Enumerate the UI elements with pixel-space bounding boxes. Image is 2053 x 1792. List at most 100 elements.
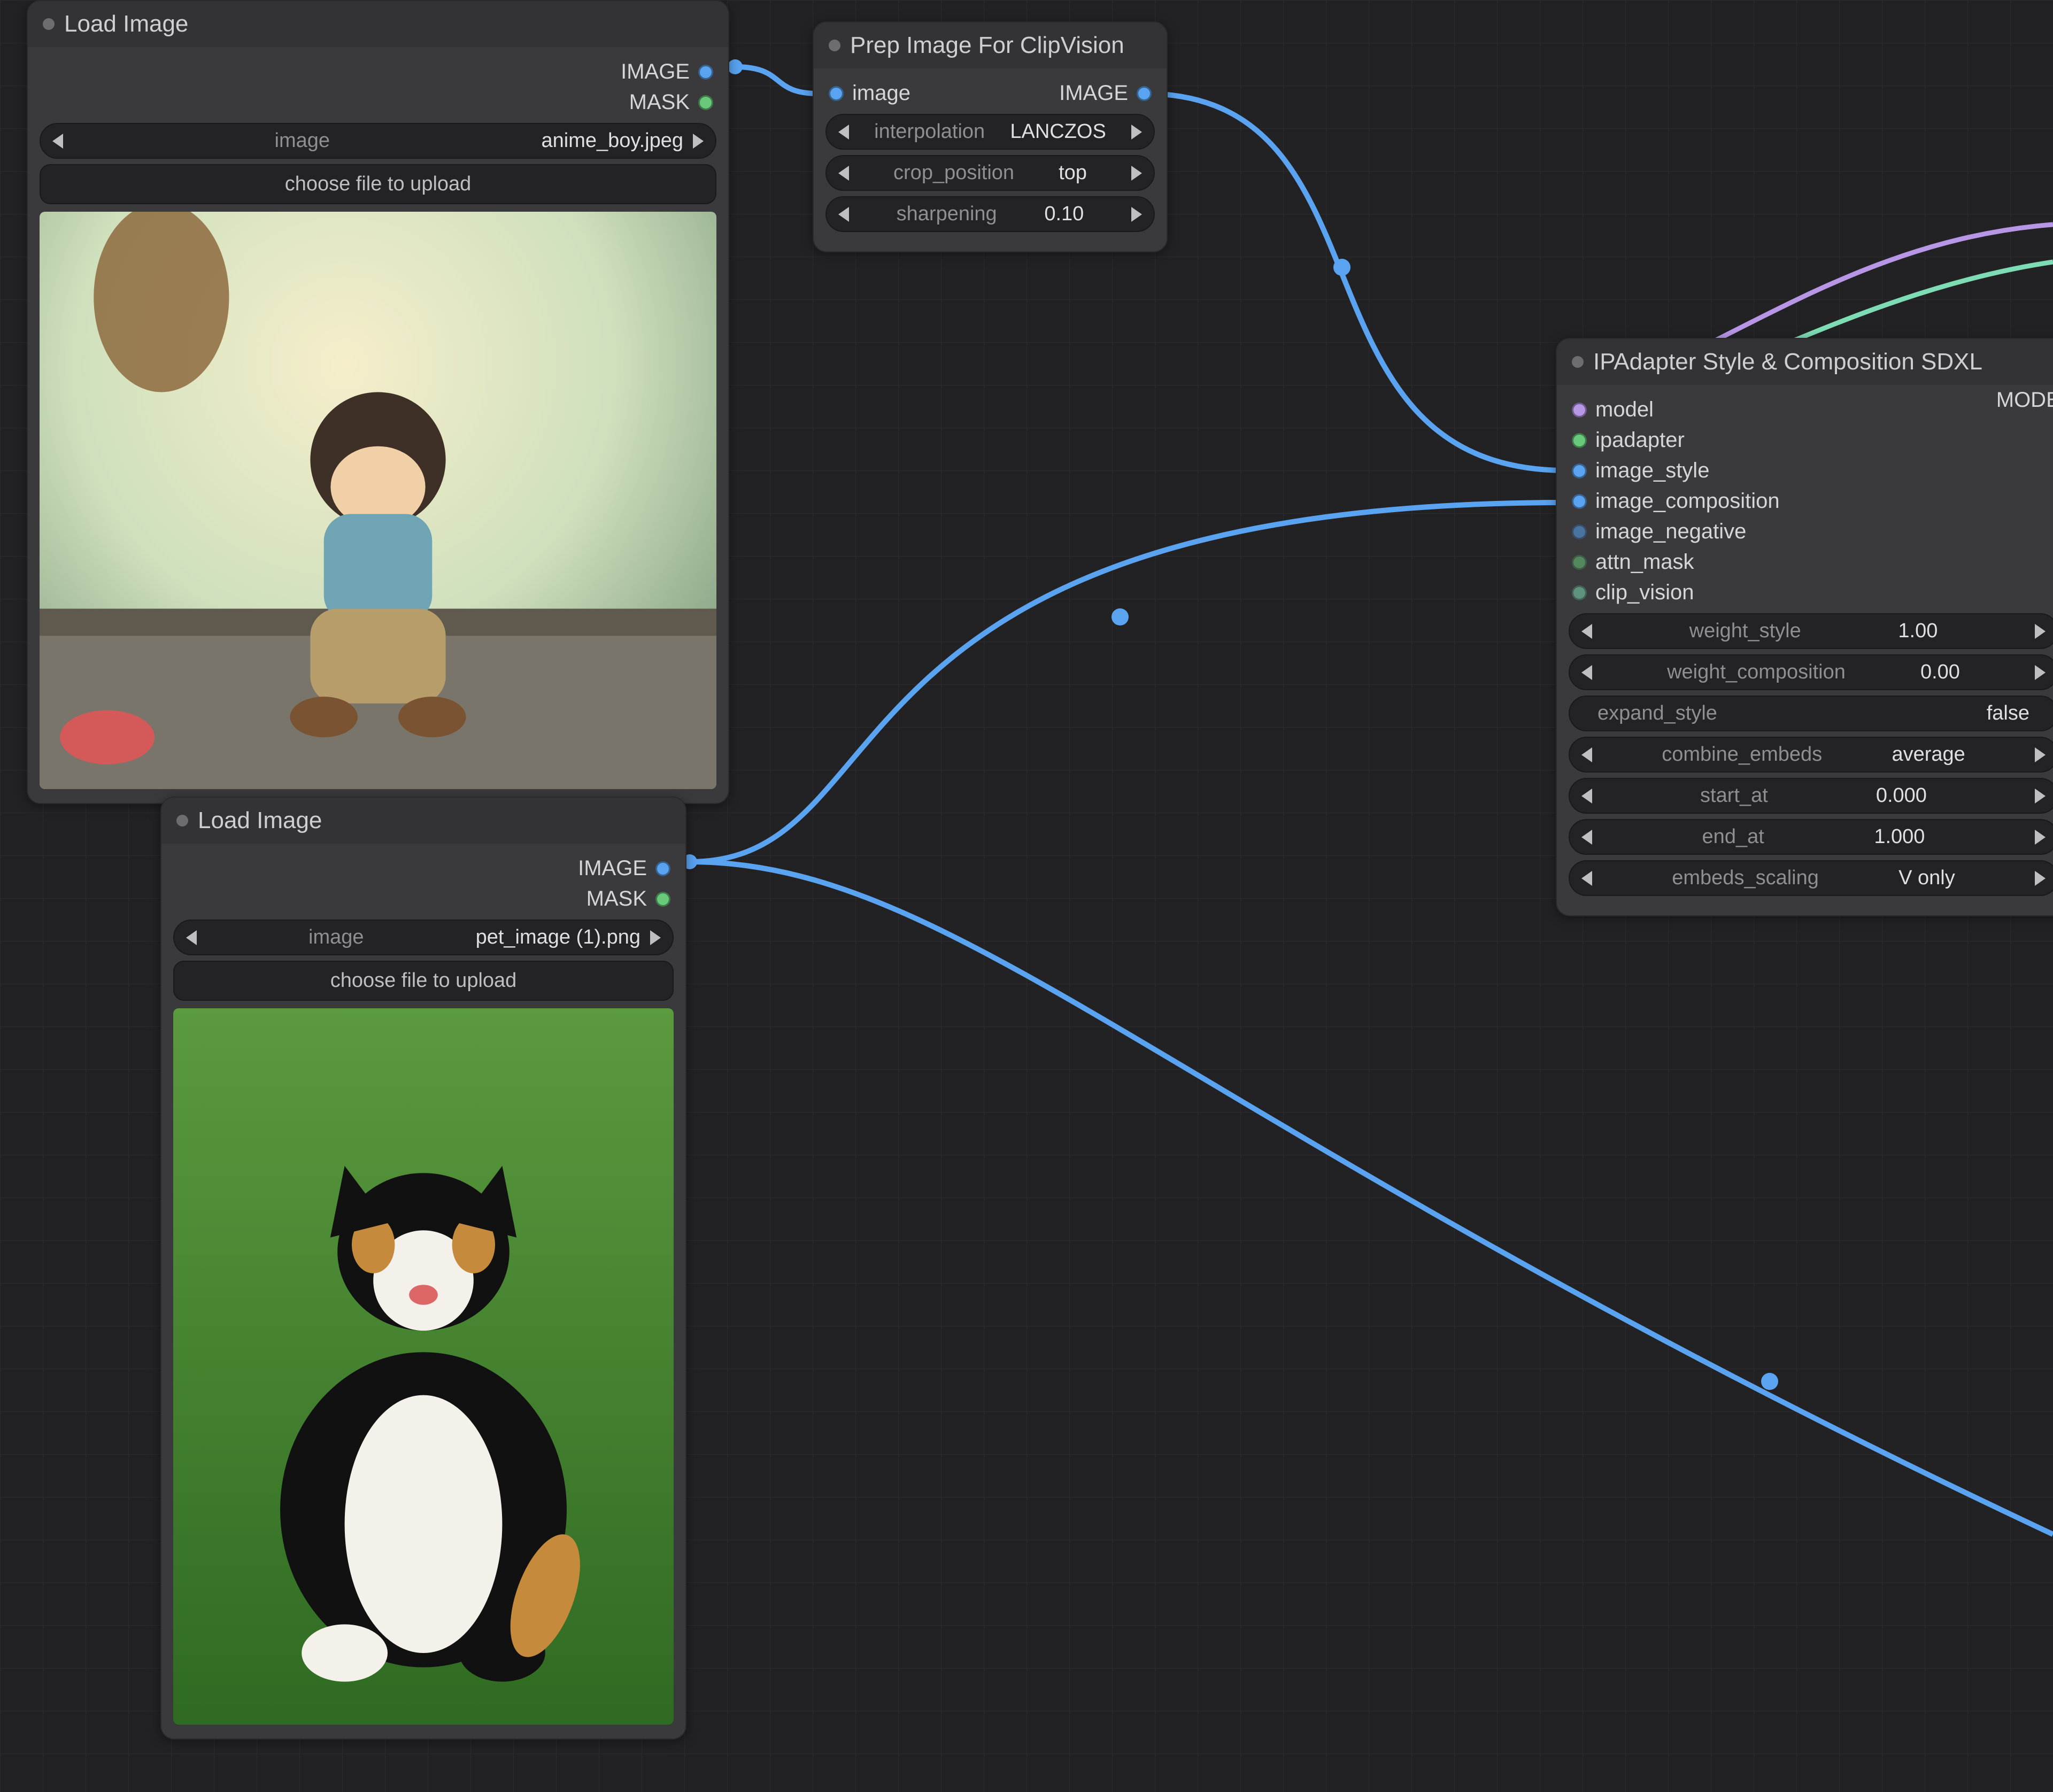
output-label: IMAGE bbox=[578, 856, 647, 880]
output-label: IMAGE bbox=[1059, 81, 1128, 105]
input-port-model[interactable] bbox=[1572, 403, 1587, 418]
chevron-right-icon[interactable] bbox=[2035, 747, 2046, 762]
param-value: top bbox=[1059, 161, 1087, 184]
embeds-scaling-widget[interactable]: embeds_scaling V only bbox=[1569, 860, 2053, 896]
chevron-right-icon[interactable] bbox=[2035, 830, 2046, 845]
input-port-image-negative[interactable] bbox=[1572, 524, 1587, 539]
param-value: pet_image (1).png bbox=[476, 926, 640, 949]
param-label: end_at bbox=[1702, 825, 1764, 848]
expand-style-widget[interactable]: expand_style false bbox=[1569, 696, 2053, 731]
param-value: anime_boy.jpeg bbox=[542, 129, 683, 152]
chevron-left-icon[interactable] bbox=[838, 125, 849, 140]
node-prep-clipvision[interactable]: Prep Image For ClipVision image IMAGE in… bbox=[813, 21, 1168, 252]
upload-button[interactable]: choose file to upload bbox=[40, 164, 716, 204]
chevron-left-icon[interactable] bbox=[1581, 624, 1592, 639]
param-value: 1.000 bbox=[1874, 825, 1925, 848]
output-port-image[interactable] bbox=[1137, 86, 1152, 101]
input-port-image-style[interactable] bbox=[1572, 464, 1587, 478]
input-port-ipadapter[interactable] bbox=[1572, 433, 1587, 448]
param-label: image bbox=[308, 926, 364, 949]
node-titlebar[interactable]: Prep Image For ClipVision bbox=[814, 22, 1167, 68]
chevron-left-icon[interactable] bbox=[1581, 789, 1592, 804]
input-port-attn-mask[interactable] bbox=[1572, 555, 1587, 570]
input-label: image_negative bbox=[1595, 520, 1746, 544]
chevron-right-icon[interactable] bbox=[1131, 125, 1142, 140]
weight-composition-widget[interactable]: weight_composition 0.00 bbox=[1569, 654, 2053, 690]
combine-embeds-widget[interactable]: combine_embeds average bbox=[1569, 737, 2053, 773]
param-label: weight_style bbox=[1689, 620, 1801, 643]
chevron-left-icon[interactable] bbox=[52, 134, 63, 149]
chevron-left-icon[interactable] bbox=[1581, 871, 1592, 886]
param-label: start_at bbox=[1700, 784, 1768, 807]
node-title: Load Image bbox=[198, 807, 322, 834]
output-port-mask[interactable] bbox=[655, 892, 670, 907]
output-label: IMAGE bbox=[621, 60, 690, 84]
param-label: embeds_scaling bbox=[1672, 867, 1819, 890]
chevron-left-icon[interactable] bbox=[838, 207, 849, 222]
chevron-left-icon[interactable] bbox=[1581, 830, 1592, 845]
param-label: combine_embeds bbox=[1662, 743, 1822, 766]
node-load-image-2[interactable]: Load Image IMAGE MASK image pet_image (1… bbox=[160, 797, 686, 1740]
node-title: Load Image bbox=[64, 11, 188, 37]
chevron-left-icon[interactable] bbox=[838, 166, 849, 181]
input-label: image_composition bbox=[1595, 489, 1780, 513]
param-value: average bbox=[1892, 743, 1965, 766]
node-title: Prep Image For ClipVision bbox=[850, 32, 1124, 59]
param-value: 0.10 bbox=[1044, 203, 1084, 226]
output-label: MASK bbox=[586, 887, 647, 911]
input-label: image_style bbox=[1595, 459, 1709, 483]
sharpening-widget[interactable]: sharpening 0.10 bbox=[825, 196, 1155, 232]
node-graph-canvas[interactable]: Load Image IMAGE MASK image anime_boy.jp… bbox=[0, 0, 2053, 1792]
input-label: model bbox=[1595, 398, 1654, 422]
input-label: attn_mask bbox=[1595, 550, 1694, 574]
node-load-image-1[interactable]: Load Image IMAGE MASK image anime_boy.jp… bbox=[27, 0, 729, 804]
param-label: image bbox=[275, 129, 330, 152]
end-at-widget[interactable]: end_at 1.000 bbox=[1569, 819, 2053, 855]
param-label: crop_position bbox=[893, 161, 1014, 184]
chevron-right-icon[interactable] bbox=[650, 930, 661, 945]
chevron-right-icon[interactable] bbox=[2035, 624, 2046, 639]
chevron-right-icon[interactable] bbox=[693, 134, 704, 149]
node-title: IPAdapter Style & Composition SDXL bbox=[1593, 349, 1982, 375]
image-selector[interactable]: image pet_image (1).png bbox=[173, 920, 674, 955]
input-label: ipadapter bbox=[1595, 428, 1685, 452]
interpolation-widget[interactable]: interpolation LANCZOS bbox=[825, 114, 1155, 150]
collapse-dot-icon[interactable] bbox=[176, 815, 188, 827]
upload-button[interactable]: choose file to upload bbox=[173, 961, 674, 1001]
param-label: interpolation bbox=[874, 120, 985, 143]
node-titlebar[interactable]: IPAdapter Style & Composition SDXL bbox=[1557, 339, 2053, 385]
output-label: MASK bbox=[629, 90, 690, 114]
input-label: image bbox=[852, 81, 910, 105]
chevron-left-icon[interactable] bbox=[186, 930, 197, 945]
image-preview bbox=[40, 212, 716, 789]
chevron-right-icon[interactable] bbox=[1131, 207, 1142, 222]
node-titlebar[interactable]: Load Image bbox=[161, 798, 685, 844]
param-label: weight_composition bbox=[1667, 661, 1846, 684]
output-port-mask[interactable] bbox=[698, 95, 713, 110]
param-value: false bbox=[1987, 702, 2029, 725]
input-port-image[interactable] bbox=[829, 86, 844, 101]
image-selector[interactable]: image anime_boy.jpeg bbox=[40, 123, 716, 159]
param-value: LANCZOS bbox=[1010, 120, 1106, 143]
chevron-right-icon[interactable] bbox=[2035, 665, 2046, 680]
collapse-dot-icon[interactable] bbox=[829, 40, 840, 51]
weight-style-widget[interactable]: weight_style 1.00 bbox=[1569, 613, 2053, 649]
input-port-image-composition[interactable] bbox=[1572, 494, 1587, 509]
chevron-right-icon[interactable] bbox=[2035, 789, 2046, 804]
node-ipadapter-style-composition[interactable]: IPAdapter Style & Composition SDXL MODEL… bbox=[1556, 338, 2053, 916]
node-titlebar[interactable]: Load Image bbox=[28, 1, 728, 47]
crop-position-widget[interactable]: crop_position top bbox=[825, 155, 1155, 191]
collapse-dot-icon[interactable] bbox=[43, 18, 55, 30]
chevron-left-icon[interactable] bbox=[1581, 747, 1592, 762]
chevron-left-icon[interactable] bbox=[1581, 665, 1592, 680]
param-label: expand_style bbox=[1597, 702, 1717, 725]
input-port-clip-vision[interactable] bbox=[1572, 585, 1587, 600]
collapse-dot-icon[interactable] bbox=[1572, 356, 1584, 368]
start-at-widget[interactable]: start_at 0.000 bbox=[1569, 778, 2053, 814]
chevron-right-icon[interactable] bbox=[1131, 166, 1142, 181]
upload-label: choose file to upload bbox=[330, 969, 517, 992]
chevron-right-icon[interactable] bbox=[2035, 871, 2046, 886]
param-value: V only bbox=[1898, 867, 1955, 890]
output-port-image[interactable] bbox=[655, 861, 670, 876]
output-port-image[interactable] bbox=[698, 65, 713, 80]
